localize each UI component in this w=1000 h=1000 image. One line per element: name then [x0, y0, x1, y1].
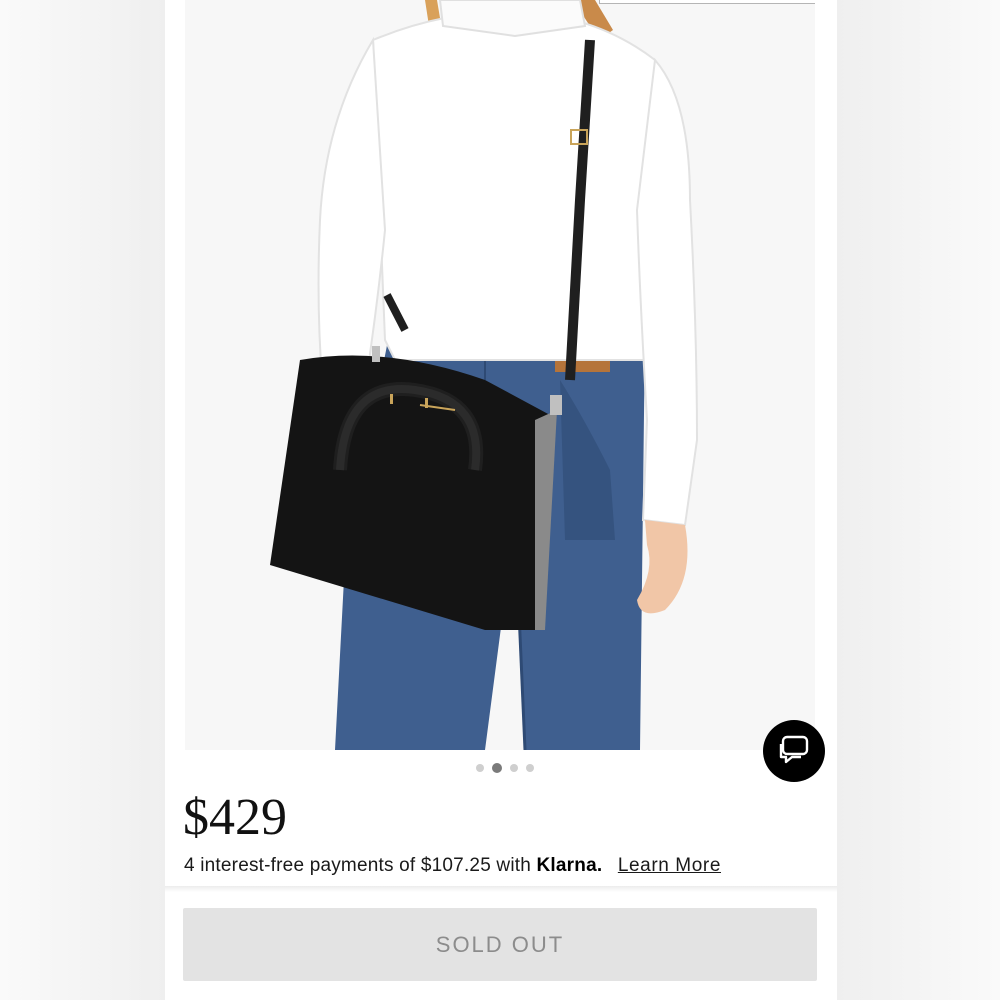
sold-out-button[interactable]: SOLD OUT	[183, 908, 817, 981]
carousel-dot-active[interactable]	[492, 763, 502, 773]
installments-info: 4 interest-free payments of $107.25 with…	[184, 855, 721, 877]
image-overlay-bar	[599, 0, 815, 4]
product-photo-illustration	[185, 0, 815, 750]
carousel-indicator	[465, 762, 545, 774]
carousel-dot[interactable]	[510, 764, 518, 772]
product-image[interactable]	[185, 0, 815, 750]
chat-bubbles-icon	[777, 735, 811, 768]
right-backdrop	[837, 0, 1000, 1000]
chat-button[interactable]	[763, 720, 825, 782]
klarna-logo: Klarna.	[536, 855, 603, 876]
divider	[165, 886, 837, 892]
left-backdrop	[0, 0, 165, 1000]
carousel-dot[interactable]	[476, 764, 484, 772]
installments-text: 4 interest-free payments of $107.25 with	[184, 855, 532, 876]
learn-more-link[interactable]: Learn More	[618, 855, 721, 876]
carousel-dot[interactable]	[526, 764, 534, 772]
product-page: $429 4 interest-free payments of $107.25…	[165, 0, 837, 1000]
product-price: $429	[183, 789, 287, 846]
